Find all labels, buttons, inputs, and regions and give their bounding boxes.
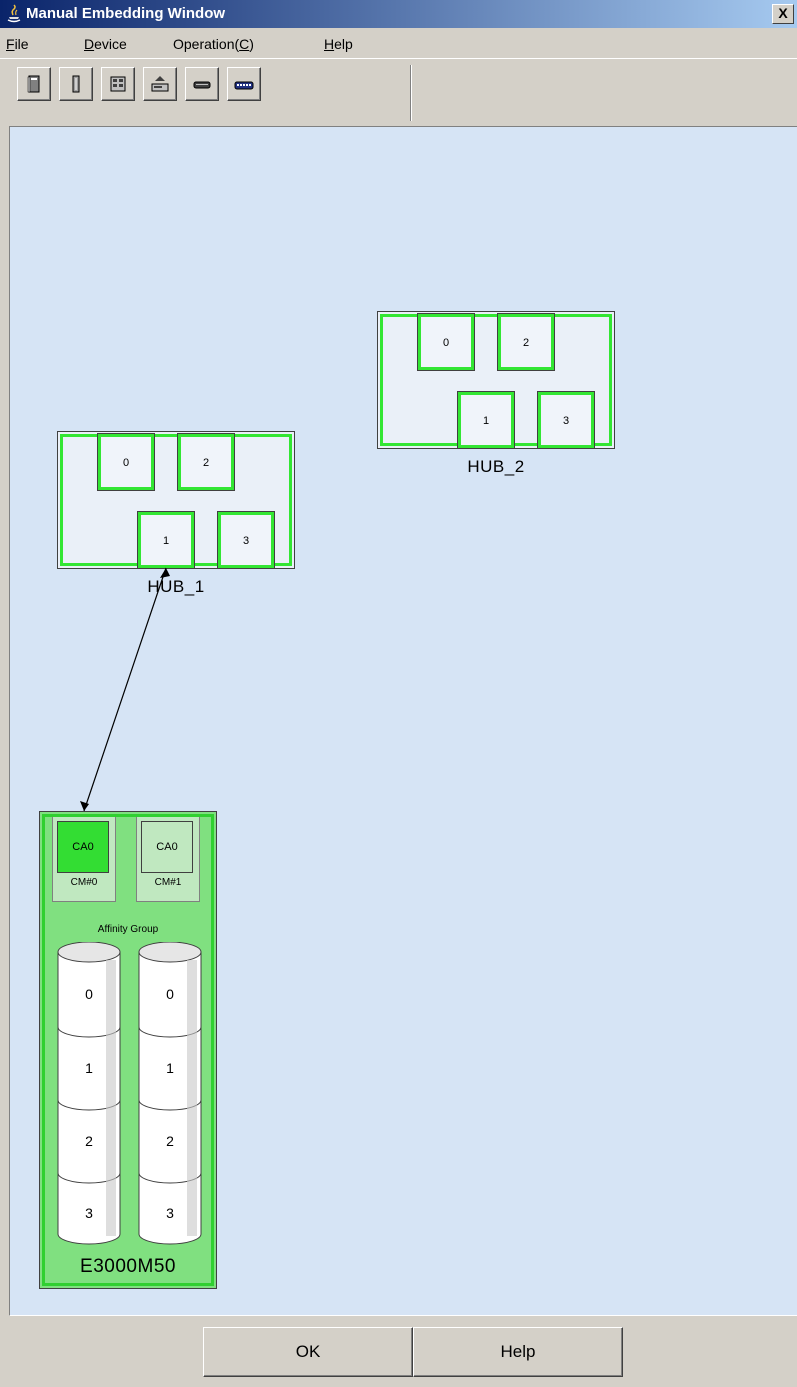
add-tower-server-button[interactable] bbox=[17, 67, 51, 101]
help-button[interactable]: Help bbox=[413, 1327, 623, 1377]
hub-1-port-1[interactable]: 1 bbox=[137, 511, 195, 569]
window-title: Manual Embedding Window bbox=[26, 5, 226, 22]
volume-2-left[interactable]: 2 bbox=[56, 1133, 122, 1149]
volume-3-right[interactable]: 3 bbox=[137, 1205, 203, 1221]
switch-icon bbox=[234, 81, 254, 90]
add-narrow-server-button[interactable] bbox=[59, 67, 93, 101]
menu-operation-mnemonic: C bbox=[239, 36, 250, 52]
hub-2-port-2-label: 2 bbox=[522, 337, 530, 349]
cm-1-label: CM#1 bbox=[154, 877, 182, 888]
hub-2-port-1-label: 1 bbox=[482, 415, 490, 427]
toolbar-separator bbox=[410, 65, 412, 121]
hub-2-port-3[interactable]: 3 bbox=[537, 391, 595, 449]
title-bar: Manual Embedding Window X bbox=[0, 0, 797, 28]
volume-3-left[interactable]: 3 bbox=[56, 1205, 122, 1221]
embedding-canvas[interactable]: 0 2 1 3 HUB_2 0 2 1 3 HUB_1 CA0 CM#0 CA0… bbox=[9, 126, 797, 1316]
menu-help[interactable]: Help bbox=[324, 36, 353, 52]
menu-file-rest: ile bbox=[14, 36, 29, 52]
cm-1-ca0-port[interactable]: CA0 bbox=[141, 821, 193, 873]
hub-2-port-1[interactable]: 1 bbox=[457, 391, 515, 449]
cm-1[interactable]: CA0 CM#1 bbox=[136, 816, 200, 902]
ok-button[interactable]: OK bbox=[203, 1327, 413, 1377]
add-removable-drive-button[interactable] bbox=[143, 67, 177, 101]
menu-bar: File Device Operation(C) Help bbox=[0, 28, 797, 58]
hub-2-label: HUB_2 bbox=[467, 457, 525, 476]
volume-0-left[interactable]: 0 bbox=[56, 986, 122, 1002]
tape-drive-icon bbox=[193, 81, 211, 89]
hub-2-port-2[interactable]: 2 bbox=[497, 313, 555, 371]
hub-1-port-0-label: 0 bbox=[122, 457, 130, 469]
hub-1-port-2-label: 2 bbox=[202, 457, 210, 469]
volume-1-left[interactable]: 1 bbox=[56, 1060, 122, 1076]
add-rack-storage-button[interactable] bbox=[101, 67, 135, 101]
hub-1-port-3[interactable]: 3 bbox=[217, 511, 275, 569]
affinity-group-label: Affinity Group bbox=[97, 924, 159, 935]
add-switch-button[interactable] bbox=[227, 67, 261, 101]
volume-stack-right: 0 1 2 3 bbox=[137, 942, 203, 1248]
menu-file[interactable]: File bbox=[6, 36, 29, 52]
close-button[interactable]: X bbox=[772, 4, 794, 24]
add-tape-drive-button[interactable] bbox=[185, 67, 219, 101]
menu-operation-pre: Operation( bbox=[173, 36, 240, 52]
tower-server-icon bbox=[27, 75, 40, 93]
button-bar: OK Help bbox=[0, 1316, 797, 1387]
narrow-server-icon bbox=[72, 75, 80, 93]
volume-stack-left: 0 1 2 3 bbox=[56, 942, 122, 1248]
menu-device-rest: evice bbox=[94, 36, 127, 52]
cm-0-label: CM#0 bbox=[70, 877, 98, 888]
hub-1-label: HUB_1 bbox=[147, 577, 205, 596]
menu-operation-rest: ) bbox=[249, 36, 254, 52]
hub-1-port-2[interactable]: 2 bbox=[177, 433, 235, 491]
hub-1-port-1-label: 1 bbox=[162, 535, 170, 547]
volume-0-right[interactable]: 0 bbox=[137, 986, 203, 1002]
menu-help-rest: elp bbox=[334, 36, 353, 52]
menu-device-mnemonic: D bbox=[84, 36, 95, 52]
menu-operation[interactable]: Operation(C) bbox=[173, 36, 254, 52]
hub-2-port-3-label: 3 bbox=[562, 415, 570, 427]
storage-name-label: E3000M50 bbox=[80, 1256, 176, 1277]
hub-2-port-0-label: 0 bbox=[442, 337, 450, 349]
hub-1-port-0[interactable]: 0 bbox=[97, 433, 155, 491]
volume-2-right[interactable]: 2 bbox=[137, 1133, 203, 1149]
volume-1-right[interactable]: 1 bbox=[137, 1060, 203, 1076]
hub-2[interactable]: 0 2 1 3 HUB_2 bbox=[377, 311, 615, 481]
cm-0[interactable]: CA0 CM#0 bbox=[52, 816, 116, 902]
menu-file-mnemonic: F bbox=[6, 36, 15, 52]
rack-storage-icon bbox=[110, 76, 126, 92]
eject-drive-icon bbox=[151, 76, 169, 92]
hub-1[interactable]: 0 2 1 3 HUB_1 bbox=[57, 431, 295, 601]
menu-device[interactable]: Device bbox=[84, 36, 127, 52]
toolbar bbox=[0, 58, 797, 126]
cm-0-ca0-port[interactable]: CA0 bbox=[57, 821, 109, 873]
hub-1-port-3-label: 3 bbox=[242, 535, 250, 547]
menu-help-mnemonic: H bbox=[324, 36, 335, 52]
hub-2-port-0[interactable]: 0 bbox=[417, 313, 475, 371]
java-icon bbox=[7, 4, 21, 23]
storage-e3000m50[interactable]: CA0 CM#0 CA0 CM#1 Affinity Group 0 1 2 3 bbox=[39, 811, 217, 1289]
